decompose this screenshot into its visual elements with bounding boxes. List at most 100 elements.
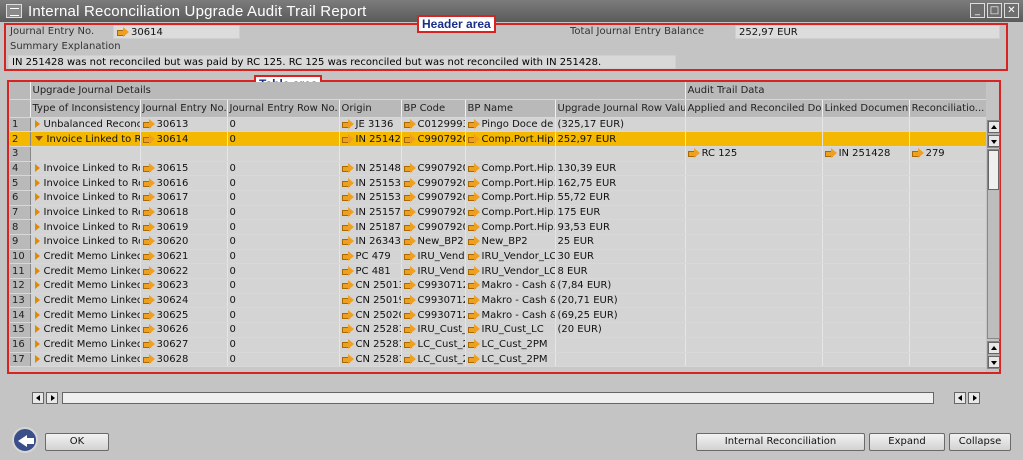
row-number[interactable]: 11	[10, 263, 31, 280]
link-arrow-icon[interactable]	[142, 206, 155, 217]
link-arrow-icon[interactable]	[341, 221, 354, 232]
scroll-up-button[interactable]	[988, 121, 1000, 133]
expand-triangle-icon[interactable]	[34, 310, 40, 319]
row-number[interactable]: 10	[10, 249, 31, 265]
row-number[interactable]: 12	[10, 278, 31, 294]
link-arrow-icon[interactable]	[403, 162, 416, 173]
link-arrow-icon[interactable]	[403, 192, 416, 203]
link-arrow-icon[interactable]	[142, 118, 155, 129]
expand-triangle-icon[interactable]	[34, 119, 40, 128]
link-arrow-icon[interactable]	[341, 324, 354, 335]
table-sub-row[interactable]: 3 RC 125 IN 251428 279	[10, 146, 986, 162]
minimize-button[interactable]: _	[970, 3, 985, 18]
collapse-triangle-icon[interactable]	[34, 136, 43, 142]
link-arrow-icon[interactable]	[142, 177, 155, 188]
table-row[interactable]: 2 Invoice Linked to Rec 30614 0 IN 251428 C99…	[10, 131, 986, 147]
col-reconciliation[interactable]: Reconciliatio...	[909, 99, 986, 118]
scroll-down-button-bottom[interactable]	[988, 356, 1000, 368]
table-row[interactable]: 5 Invoice Linked to Rec 30616 0 IN 251530 C99…	[10, 175, 986, 191]
table-row[interactable]: 16 Credit Memo Linked t 30627 0 CN 252811 LC_…	[10, 337, 986, 353]
link-arrow-icon[interactable]	[403, 265, 416, 276]
link-arrow-icon[interactable]	[341, 206, 354, 217]
table-row[interactable]: 13 Credit Memo Linked t 30624 0 CN 250199 C99…	[10, 293, 986, 309]
link-arrow-icon[interactable]	[142, 162, 155, 173]
expand-triangle-icon[interactable]	[34, 207, 40, 216]
maximize-button[interactable]: □	[987, 3, 1002, 18]
link-arrow-icon[interactable]	[341, 251, 354, 262]
collapse-button[interactable]: Collapse	[949, 433, 1011, 451]
expand-triangle-icon[interactable]	[34, 252, 40, 261]
link-arrow-icon[interactable]	[341, 236, 354, 247]
link-arrow-icon[interactable]	[467, 309, 480, 320]
expand-triangle-icon[interactable]	[34, 281, 40, 290]
col-upgrade-journal-row-value[interactable]: Upgrade Journal Row Value	[555, 99, 686, 118]
link-arrow-icon[interactable]	[142, 192, 155, 203]
scroll-left-button-end[interactable]	[954, 392, 966, 404]
expand-triangle-icon[interactable]	[34, 266, 40, 275]
link-arrow-icon[interactable]	[467, 280, 480, 291]
col-type-of-inconsistency[interactable]: Type of Inconsistency	[30, 99, 141, 118]
col-bp-name[interactable]: BP Name	[465, 99, 556, 118]
link-arrow-icon[interactable]	[142, 265, 155, 276]
link-arrow-icon[interactable]	[403, 339, 416, 350]
row-number[interactable]: 8	[10, 219, 31, 235]
table-row[interactable]: 17 Credit Memo Linked t 30628 0 CN 252812 LC_…	[10, 352, 986, 368]
link-arrow-icon[interactable]	[467, 162, 480, 173]
link-arrow-icon[interactable]	[467, 251, 480, 262]
back-arrow-icon[interactable]	[12, 427, 38, 453]
link-arrow-icon[interactable]	[142, 324, 155, 335]
link-arrow-icon[interactable]	[341, 133, 354, 144]
table-row[interactable]: 15 Credit Memo Linked t 30626 0 CN 252810 IRU…	[10, 322, 986, 338]
expand-button[interactable]: Expand	[869, 433, 945, 451]
link-arrow-icon[interactable]	[341, 339, 354, 350]
col-applied-reconciled[interactable]: Applied and Reconciled Do...	[685, 99, 823, 118]
row-number[interactable]: 14	[10, 307, 31, 324]
table-row[interactable]: 12 Credit Memo Linked t 30623 0 CN 250138 C99…	[10, 278, 986, 294]
link-arrow-icon[interactable]	[467, 236, 480, 247]
grid-horizontal-scrollbar[interactable]	[30, 391, 982, 405]
table-row[interactable]: 4 Invoice Linked to Rec 30615 0 IN 251486 C99…	[10, 161, 986, 177]
expand-triangle-icon[interactable]	[34, 296, 40, 305]
expand-triangle-icon[interactable]	[34, 237, 40, 246]
link-arrow-icon[interactable]	[467, 339, 480, 350]
row-number[interactable]: 7	[10, 205, 31, 221]
link-arrow-icon[interactable]	[341, 295, 354, 306]
link-arrow-icon[interactable]	[403, 206, 416, 217]
row-number[interactable]: 5	[10, 175, 31, 191]
scroll-up-button-bottom[interactable]	[988, 342, 1000, 354]
link-arrow-icon[interactable]	[142, 309, 155, 320]
col-bp-code[interactable]: BP Code	[401, 99, 466, 118]
link-arrow-icon[interactable]	[403, 251, 416, 262]
row-number[interactable]: 9	[10, 234, 31, 250]
link-arrow-icon[interactable]	[403, 324, 416, 335]
expand-triangle-icon[interactable]	[34, 163, 40, 172]
link-arrow-icon[interactable]	[341, 192, 354, 203]
table-row[interactable]: 8 Invoice Linked to Rec 30619 0 IN 251872 C99…	[10, 219, 986, 235]
ok-button[interactable]: OK	[45, 433, 109, 451]
expand-triangle-icon[interactable]	[34, 340, 40, 349]
link-arrow-icon[interactable]	[142, 133, 155, 144]
link-arrow-icon[interactable]	[467, 265, 480, 276]
link-arrow-icon[interactable]	[467, 324, 480, 335]
link-arrow-icon[interactable]	[142, 251, 155, 262]
col-journal-entry-no[interactable]: Journal Entry No.	[140, 99, 228, 118]
table-row[interactable]: 7 Invoice Linked to Rec 30618 0 IN 251570 C99…	[10, 205, 986, 221]
link-arrow-icon[interactable]	[467, 221, 480, 232]
link-arrow-icon[interactable]	[911, 148, 924, 159]
row-number[interactable]: 16	[10, 337, 31, 353]
grid-vertical-scrollbar-bottom[interactable]	[987, 341, 1000, 369]
link-arrow-icon[interactable]	[467, 353, 480, 364]
col-linked-document[interactable]: Linked Document	[822, 99, 910, 118]
link-arrow-icon[interactable]	[142, 221, 155, 232]
col-journal-entry-row-no[interactable]: Journal Entry Row No.	[227, 99, 340, 118]
link-arrow-icon[interactable]	[403, 280, 416, 291]
row-number[interactable]: 17	[10, 352, 31, 368]
link-arrow-icon[interactable]	[341, 118, 354, 129]
row-number[interactable]: 2	[10, 131, 31, 147]
link-arrow-icon[interactable]	[467, 133, 480, 144]
scroll-right-button[interactable]	[46, 392, 58, 404]
link-arrow-icon[interactable]	[341, 309, 354, 320]
link-arrow-icon[interactable]	[403, 118, 416, 129]
link-arrow-icon[interactable]	[403, 309, 416, 320]
link-arrow-icon[interactable]	[467, 295, 480, 306]
